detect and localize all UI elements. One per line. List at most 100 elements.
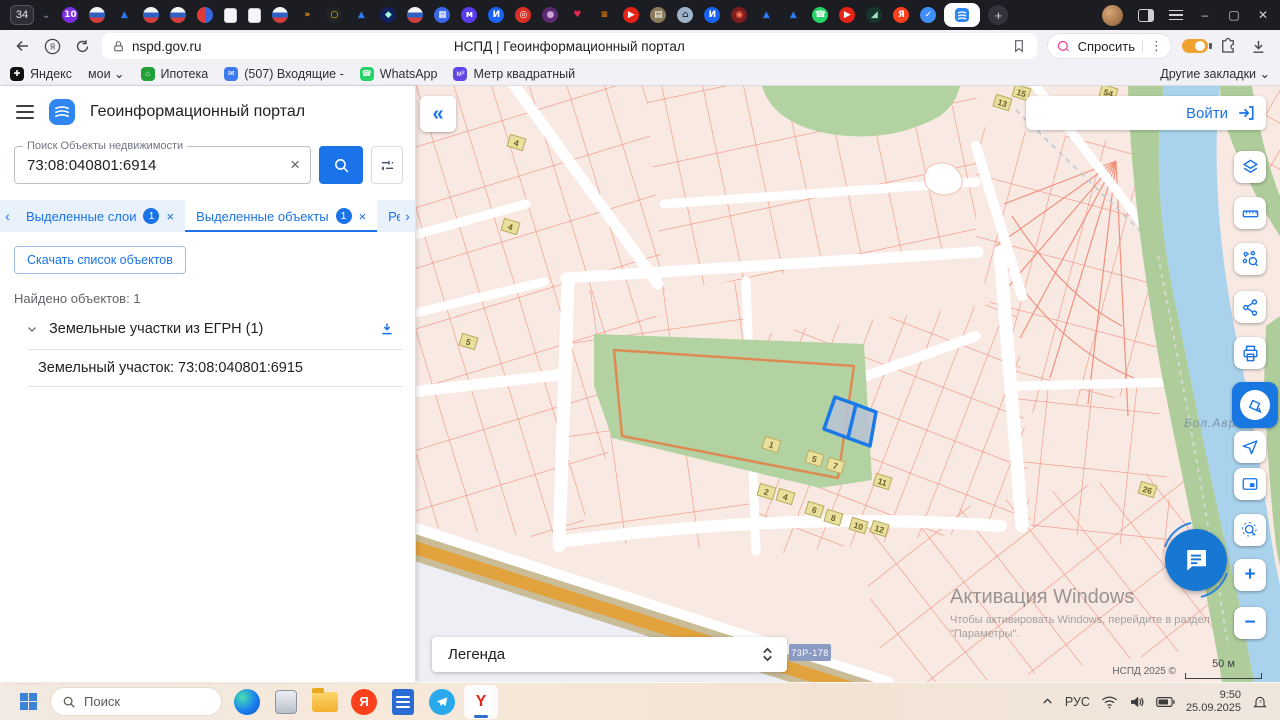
browser-tab[interactable]: ▲ bbox=[785, 7, 801, 23]
tray-expand-icon[interactable] bbox=[1041, 695, 1054, 708]
yandex-home-icon[interactable]: Я bbox=[42, 36, 62, 56]
taskbar-icon-device[interactable] bbox=[269, 685, 303, 719]
login-bar[interactable]: Войти bbox=[1026, 96, 1266, 130]
tab-group-chevron-icon[interactable]: ⌄ bbox=[42, 10, 50, 21]
browser-tab[interactable]: И bbox=[488, 7, 504, 23]
browser-tab[interactable]: ◎ bbox=[515, 7, 531, 23]
browser-tab[interactable]: 10 bbox=[62, 7, 78, 23]
panel-tab-close-icon[interactable]: × bbox=[166, 209, 174, 224]
profile-avatar[interactable] bbox=[1102, 5, 1123, 26]
browser-tab[interactable] bbox=[143, 7, 159, 23]
browser-menu-icon[interactable] bbox=[1169, 10, 1183, 21]
bookmark-item[interactable]: ✚ Яндекс bbox=[10, 66, 72, 81]
browser-tab[interactable] bbox=[170, 7, 186, 23]
section-collapse-icon[interactable] bbox=[26, 323, 38, 335]
browser-tab[interactable]: ◉ bbox=[731, 7, 747, 23]
legend-bar[interactable]: Легенда bbox=[432, 637, 787, 672]
window-minimize-button[interactable]: – bbox=[1198, 8, 1212, 22]
browser-tab[interactable]: ♥ bbox=[569, 7, 585, 23]
browser-tab[interactable]: ▶ bbox=[623, 7, 639, 23]
identify-tool-button-active[interactable] bbox=[1232, 382, 1278, 428]
downloads-icon[interactable] bbox=[1248, 36, 1268, 56]
tabs-scroll-right-icon[interactable]: › bbox=[400, 208, 415, 224]
browser-tab[interactable]: ▲ bbox=[116, 7, 132, 23]
reload-button[interactable] bbox=[72, 36, 92, 56]
taskbar-icon-documents[interactable] bbox=[386, 685, 420, 719]
browser-tab[interactable]: И bbox=[704, 7, 720, 23]
bookmark-item[interactable]: ✉ (507) Входящие - bbox=[224, 66, 344, 81]
clock[interactable]: 9:50 25.09.2025 bbox=[1186, 689, 1241, 715]
battery-icon[interactable] bbox=[1156, 696, 1175, 708]
browser-tab[interactable]: » bbox=[299, 7, 315, 23]
search-filters-button[interactable] bbox=[371, 146, 403, 184]
browser-tab[interactable] bbox=[272, 7, 288, 23]
clear-search-icon[interactable]: × bbox=[280, 155, 310, 175]
object-search-tool-button[interactable] bbox=[1234, 243, 1266, 275]
other-bookmarks-button[interactable]: Другие закладки ⌄ bbox=[1160, 66, 1270, 81]
legend-expand-icon[interactable] bbox=[760, 645, 775, 664]
window-close-button[interactable]: ✕ bbox=[1256, 8, 1270, 22]
share-tool-button[interactable] bbox=[1234, 291, 1266, 323]
layers-tool-button[interactable] bbox=[1234, 151, 1266, 183]
map-canvas[interactable] bbox=[416, 86, 1280, 682]
language-indicator[interactable]: РУС bbox=[1065, 695, 1090, 709]
browser-tab[interactable]: ⌂ bbox=[677, 7, 693, 23]
panel-tab[interactable]: Выделенные объекты 1 × bbox=[185, 200, 377, 232]
browser-tab[interactable]: м bbox=[461, 7, 477, 23]
measure-tool-button[interactable] bbox=[1234, 197, 1266, 229]
browser-tab[interactable]: ▶ bbox=[839, 7, 855, 23]
taskbar-icon-telegram[interactable] bbox=[425, 685, 459, 719]
browser-tab[interactable]: ○ bbox=[326, 7, 342, 23]
taskbar-icon-yandex-browser-active[interactable]: Y bbox=[464, 685, 498, 719]
download-object-list-button[interactable]: Скачать список объектов bbox=[14, 246, 186, 274]
tabs-scroll-left-icon[interactable]: ‹ bbox=[0, 208, 15, 224]
extensions-icon[interactable] bbox=[1218, 36, 1238, 56]
new-tab-button[interactable]: + bbox=[988, 5, 1008, 25]
tab-group-chip[interactable]: 34 bbox=[10, 5, 34, 25]
search-button[interactable] bbox=[319, 146, 363, 184]
browser-tab[interactable]: Я bbox=[893, 7, 909, 23]
zoom-area-tool-button[interactable] bbox=[1234, 514, 1266, 546]
taskbar-icon-explorer[interactable] bbox=[308, 685, 342, 719]
browser-tab[interactable]: ◆ bbox=[380, 7, 396, 23]
ask-ai-button[interactable]: Спросить ⋮ bbox=[1047, 33, 1172, 59]
chat-assistant-button[interactable] bbox=[1165, 529, 1227, 591]
browser-tab[interactable] bbox=[407, 7, 423, 23]
browser-tab[interactable]: ✓ bbox=[920, 7, 936, 23]
result-list-item[interactable]: Земельный участок: 73:08:040801:6915 bbox=[28, 349, 403, 387]
browser-tab[interactable] bbox=[197, 7, 213, 23]
power-saver-toggle[interactable] bbox=[1182, 39, 1208, 53]
browser-tab[interactable] bbox=[224, 8, 237, 23]
browser-tab[interactable]: ▤ bbox=[650, 7, 666, 23]
browser-tab[interactable]: ● bbox=[542, 7, 558, 23]
wifi-icon[interactable] bbox=[1101, 695, 1118, 709]
zoom-in-button[interactable]: + bbox=[1234, 559, 1266, 591]
panel-tab[interactable]: Выделенные слои 1 × bbox=[15, 200, 185, 232]
taskbar-icon-yandex[interactable]: Я bbox=[347, 685, 381, 719]
taskbar-icon-edge[interactable] bbox=[230, 685, 264, 719]
bookmark-item[interactable]: ⌂ Ипотека bbox=[141, 66, 209, 81]
download-section-icon[interactable] bbox=[379, 321, 395, 337]
browser-tab[interactable]: ≡ bbox=[596, 7, 612, 23]
active-browser-tab[interactable] bbox=[944, 3, 980, 27]
search-input[interactable] bbox=[15, 157, 280, 174]
panel-tab[interactable]: Результаты × bbox=[377, 200, 400, 232]
browser-tab[interactable] bbox=[89, 7, 105, 23]
start-button[interactable] bbox=[20, 693, 37, 710]
browser-tab[interactable]: ◢ bbox=[866, 7, 882, 23]
bookmark-icon[interactable] bbox=[1011, 38, 1027, 54]
bookmark-item[interactable]: ☎ WhatsApp bbox=[360, 66, 438, 81]
ask-ai-more-icon[interactable]: ⋮ bbox=[1150, 38, 1163, 54]
browser-tab[interactable]: ▦ bbox=[434, 7, 450, 23]
window-maximize-button[interactable]: ▢ bbox=[1227, 8, 1241, 22]
bookmark-item[interactable]: м² Метр квадратный bbox=[453, 66, 575, 81]
url-field[interactable]: nspd.gov.ru НСПД | Геоинформационный пор… bbox=[102, 33, 1037, 59]
back-button[interactable] bbox=[12, 36, 32, 56]
browser-tab[interactable]: ☎ bbox=[812, 7, 828, 23]
locate-tool-button[interactable] bbox=[1234, 431, 1266, 463]
bookmark-item[interactable]: мои ⌄ bbox=[88, 66, 124, 81]
print-tool-button[interactable] bbox=[1234, 337, 1266, 369]
app-menu-icon[interactable] bbox=[16, 105, 34, 119]
collapse-sidebar-button[interactable]: « bbox=[420, 96, 456, 132]
browser-tab[interactable]: ▲ bbox=[758, 7, 774, 23]
